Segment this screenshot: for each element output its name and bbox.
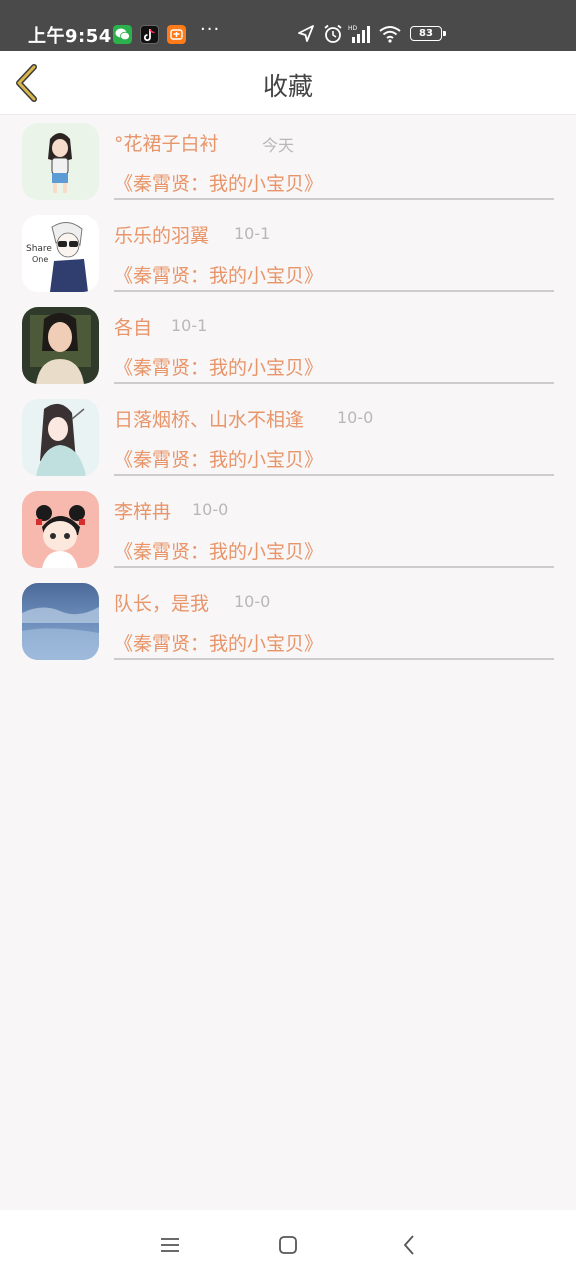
item-book-title[interactable]: 《秦霄贤：我的小宝贝》 — [114, 445, 323, 472]
item-name[interactable]: 各自 — [114, 313, 152, 340]
status-bar: 上午9:54 ··· HD 83 — [0, 0, 576, 51]
item-date: 10-1 — [171, 316, 208, 335]
page-title: 收藏 — [262, 72, 313, 101]
alarm-icon — [324, 24, 342, 43]
location-icon — [298, 25, 314, 42]
item-name[interactable]: 日落烟桥、山水不相逢 — [114, 405, 304, 432]
wechat-icon — [113, 25, 132, 44]
svg-text:One: One — [32, 255, 48, 264]
wifi-icon — [379, 26, 401, 43]
list-item[interactable]: °花裙子白衬 今天 《秦霄贤：我的小宝贝》 — [0, 115, 576, 207]
menu-icon[interactable] — [157, 1232, 183, 1258]
item-name[interactable]: °花裙子白衬 — [114, 129, 219, 156]
list-item[interactable]: 队长，是我 10-0 《秦霄贤：我的小宝贝》 — [0, 575, 576, 667]
divider — [114, 658, 554, 660]
item-date: 10-0 — [337, 408, 374, 427]
avatar[interactable] — [22, 491, 99, 568]
status-time: 上午9:54 — [28, 26, 112, 47]
list-item[interactable]: 各自 10-1 《秦霄贤：我的小宝贝》 — [0, 299, 576, 391]
system-nav-bar — [0, 1210, 576, 1280]
avatar[interactable] — [22, 307, 99, 384]
list-item[interactable]: 日落烟桥、山水不相逢 10-0 《秦霄贤：我的小宝贝》 — [0, 391, 576, 483]
avatar[interactable] — [22, 583, 99, 660]
taobao-icon — [167, 25, 186, 44]
item-name[interactable]: 李梓冉 — [114, 497, 171, 524]
list-item[interactable]: 李梓冉 10-0 《秦霄贤：我的小宝贝》 — [0, 483, 576, 575]
item-name[interactable]: 乐乐的羽翼 — [114, 221, 209, 248]
item-date: 10-1 — [234, 224, 271, 243]
divider — [114, 566, 554, 568]
more-notifications-icon: ··· — [200, 19, 221, 40]
divider — [114, 382, 554, 384]
item-book-title[interactable]: 《秦霄贤：我的小宝贝》 — [114, 353, 323, 380]
divider — [114, 198, 554, 200]
hd-label: HD — [348, 25, 358, 32]
item-book-title[interactable]: 《秦霄贤：我的小宝贝》 — [114, 261, 323, 288]
divider — [114, 474, 554, 476]
home-icon[interactable] — [275, 1232, 301, 1258]
list-item[interactable]: Share One 乐乐的羽翼 10-1 《秦霄贤：我的小宝贝》 — [0, 207, 576, 299]
favorites-list: °花裙子白衬 今天 《秦霄贤：我的小宝贝》 Share One 乐乐的羽翼 10… — [0, 115, 576, 667]
item-name[interactable]: 队长，是我 — [114, 589, 209, 616]
battery-icon: 83 — [410, 26, 446, 41]
header: 收藏 — [0, 51, 576, 115]
item-book-title[interactable]: 《秦霄贤：我的小宝贝》 — [114, 629, 323, 656]
item-date: 今天 — [262, 136, 295, 155]
divider — [114, 290, 554, 292]
back-nav-icon[interactable] — [397, 1232, 423, 1258]
svg-text:Share: Share — [26, 244, 52, 254]
avatar[interactable] — [22, 399, 99, 476]
item-date: 10-0 — [234, 592, 271, 611]
avatar[interactable]: Share One — [22, 215, 99, 292]
tiktok-icon — [140, 25, 159, 44]
item-book-title[interactable]: 《秦霄贤：我的小宝贝》 — [114, 537, 323, 564]
cellular-signal-icon: HD — [348, 25, 370, 43]
item-date: 10-0 — [192, 500, 229, 519]
avatar[interactable] — [22, 123, 99, 200]
item-book-title[interactable]: 《秦霄贤：我的小宝贝》 — [114, 169, 323, 196]
